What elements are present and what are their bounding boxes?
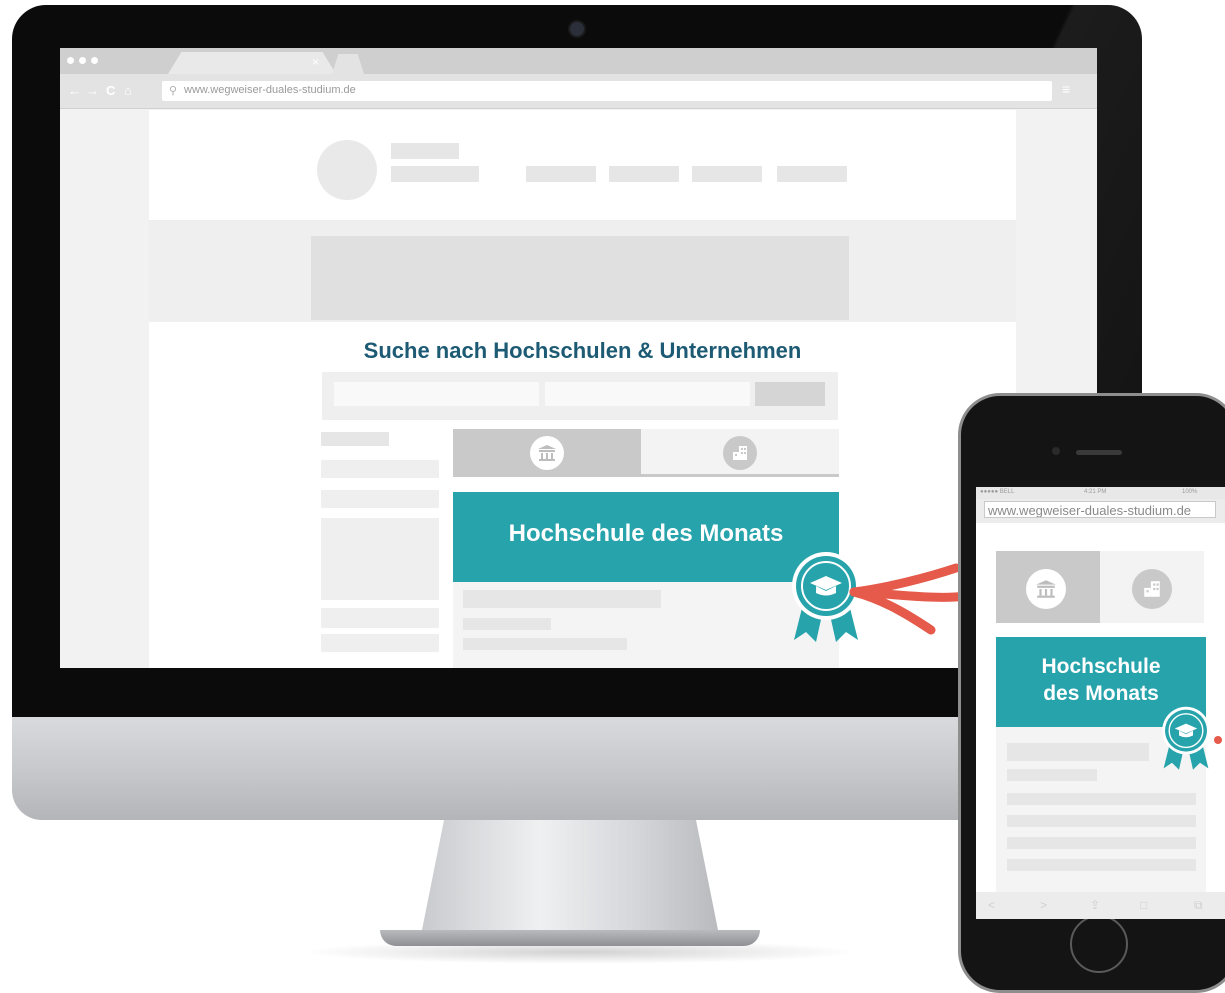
status-bar: ●●●●● BELL 4:21 PM 100% [976, 487, 1225, 499]
phone-featured-title: Hochschule des Monats [996, 653, 1206, 707]
pointer-dot [1214, 736, 1222, 744]
filter-item-placeholder[interactable] [321, 634, 439, 652]
reload-icon[interactable]: C [106, 83, 115, 99]
tab-close-icon[interactable]: × [312, 55, 319, 69]
share-icon[interactable]: ⇪ [1090, 898, 1100, 912]
university-icon [1026, 569, 1066, 609]
nav-item-placeholder[interactable] [777, 166, 847, 182]
phone-browser-toolbar: < > ⇪ □ ⧉ [976, 892, 1225, 919]
logo-placeholder[interactable] [317, 140, 377, 200]
browser-tab-bar: × [60, 48, 1097, 74]
imac-stand [420, 820, 720, 940]
home-button[interactable] [1070, 915, 1128, 973]
nav-item-placeholder[interactable] [692, 166, 762, 182]
forward-arrow-icon[interactable]: → [86, 83, 99, 99]
search-headline: Suche nach Hochschulen & Unternehmen [363, 338, 802, 363]
forward-icon[interactable]: > [1040, 898, 1047, 912]
phone-tab-universities[interactable] [996, 551, 1100, 623]
company-building-icon [1132, 569, 1172, 609]
back-arrow-icon[interactable]: ← [68, 83, 81, 99]
tab-companies[interactable] [641, 429, 839, 477]
card-line-placeholder [1007, 769, 1097, 781]
featured-card-body [453, 582, 839, 668]
card-line-placeholder [463, 638, 627, 650]
filter-item-placeholder[interactable] [321, 608, 439, 628]
window-maximize-dot[interactable] [91, 57, 98, 64]
new-tab-button[interactable] [332, 54, 364, 74]
pointer-arrow-icon [849, 563, 971, 635]
webcam [568, 20, 586, 38]
card-title-placeholder [463, 590, 661, 608]
phone-screen: ●●●●● BELL 4:21 PM 100% www.wegweiser-du… [976, 487, 1225, 919]
filter-box-placeholder[interactable] [321, 518, 439, 600]
filter-item-placeholder[interactable] [321, 490, 439, 508]
carrier-text: ●●●●● BELL [980, 489, 1015, 495]
title-line-2: des Monats [1043, 682, 1159, 705]
featured-university-banner[interactable]: Hochschule des Monats [453, 492, 839, 582]
search-icon: ⚲ [169, 85, 178, 97]
award-badge-icon [1162, 706, 1210, 770]
location-input[interactable] [545, 382, 750, 406]
imac-base [380, 930, 760, 946]
browser-toolbar: ← → C ⌂ ⚲ www.wegweiser-duales-studium.d… [60, 74, 1097, 109]
phone-tab-companies[interactable] [1100, 551, 1204, 623]
logo-subtext-placeholder [391, 166, 479, 182]
address-bar[interactable]: ⚲ www.wegweiser-duales-studium.de [162, 81, 1052, 101]
hero-image-placeholder [311, 236, 849, 320]
tabs-icon[interactable]: ⧉ [1194, 898, 1203, 913]
battery-text: 100% [1182, 489, 1198, 495]
featured-title: Hochschule des Monats [508, 520, 784, 547]
search-form [322, 372, 838, 420]
home-icon[interactable]: ⌂ [124, 83, 132, 99]
card-title-placeholder [1007, 743, 1149, 761]
bookmarks-icon[interactable]: □ [1140, 898, 1147, 912]
front-camera [1052, 447, 1060, 455]
back-icon[interactable]: < [988, 898, 995, 912]
clock-text: 4:21 PM [1084, 489, 1107, 495]
window-close-dot[interactable] [67, 57, 74, 64]
filter-heading-placeholder [321, 432, 389, 446]
window-minimize-dot[interactable] [79, 57, 86, 64]
earpiece-speaker [1076, 450, 1122, 455]
browser-tab[interactable] [168, 52, 336, 74]
card-line-placeholder [463, 618, 551, 630]
card-line-placeholder [1007, 837, 1196, 849]
menu-icon[interactable]: ≡ [1062, 81, 1070, 97]
nav-item-placeholder[interactable] [526, 166, 596, 182]
card-line-placeholder [1007, 859, 1196, 871]
logo-text-placeholder [391, 143, 459, 159]
title-line-1: Hochschule [1041, 655, 1161, 678]
phone-address-bar[interactable]: www.wegweiser-duales-studium.de [984, 501, 1216, 518]
search-input[interactable] [334, 382, 539, 406]
url-text[interactable]: www.wegweiser-duales-studium.de [184, 84, 356, 96]
nav-item-placeholder[interactable] [609, 166, 679, 182]
company-building-icon [723, 436, 757, 470]
search-button[interactable] [755, 382, 825, 406]
tab-universities[interactable] [453, 429, 641, 477]
university-icon [530, 436, 564, 470]
card-line-placeholder [1007, 793, 1196, 805]
filter-item-placeholder[interactable] [321, 460, 439, 478]
card-line-placeholder [1007, 815, 1196, 827]
